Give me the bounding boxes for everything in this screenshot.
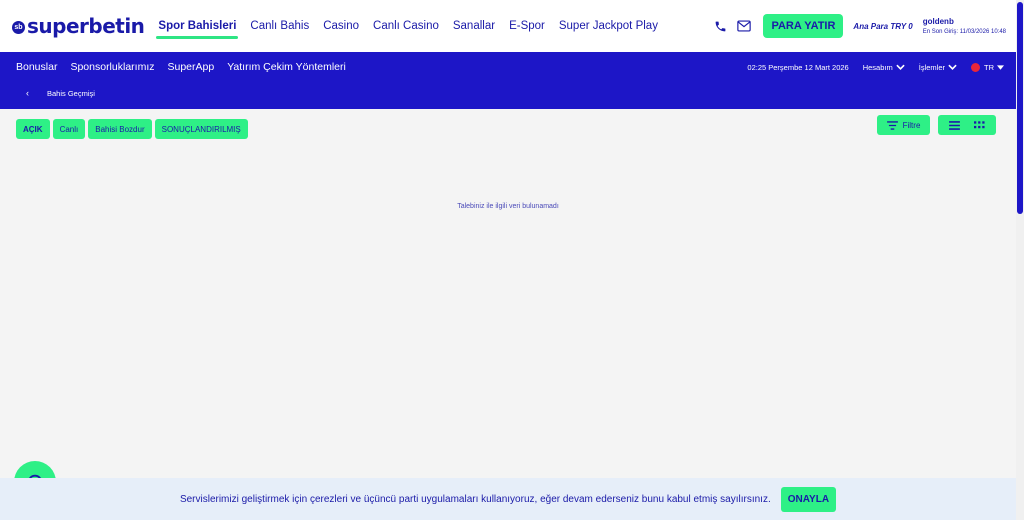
subnav-sponsorluklarimiz[interactable]: Sponsorluklarımız bbox=[70, 61, 154, 73]
brand-logo[interactable]: sb superbetin bbox=[12, 0, 145, 52]
actions-dropdown[interactable]: İşlemler bbox=[919, 63, 957, 72]
scrollbar[interactable] bbox=[1016, 0, 1024, 520]
language-label: TR bbox=[984, 62, 994, 72]
nav-canli-casino[interactable]: Canlı Casino bbox=[373, 0, 439, 52]
subnav-yatirim-cekim[interactable]: Yatırım Çekim Yöntemleri bbox=[227, 61, 346, 73]
filter-icon bbox=[886, 120, 898, 130]
datetime: 02:25 Perşembe 12 Mart 2026 bbox=[747, 62, 849, 72]
chevron-down-icon bbox=[896, 64, 905, 70]
view-toggle bbox=[938, 115, 996, 135]
deposit-button[interactable]: PARA YATIR bbox=[763, 14, 844, 38]
balance-display[interactable]: Ana Para TRY 0 bbox=[853, 22, 912, 31]
user-info[interactable]: goldenb En Son Giriş: 11/03/2026 10:48 bbox=[923, 17, 1006, 35]
phone-icon[interactable] bbox=[711, 17, 729, 35]
secondary-nav: Bonuslar Sponsorluklarımız SuperApp Yatı… bbox=[16, 58, 359, 76]
logo-badge: sb bbox=[12, 20, 25, 34]
filter-bahisi-bozdur[interactable]: Bahisi Bozdur bbox=[88, 119, 152, 139]
scrollbar-thumb[interactable] bbox=[1017, 2, 1023, 214]
filter-button-label: Filtre bbox=[902, 120, 921, 130]
logo-text: superbetin bbox=[27, 14, 145, 38]
cookie-banner: Servislerimizi geliştirmek için çerezler… bbox=[0, 478, 1016, 520]
nav-super-jackpot-play[interactable]: Super Jackpot Play bbox=[559, 0, 658, 52]
cookie-text: Servislerimizi geliştirmek için çerezler… bbox=[179, 493, 771, 505]
back-arrow-icon[interactable]: ‹ bbox=[26, 88, 29, 98]
nav-casino[interactable]: Casino bbox=[323, 0, 359, 52]
nav-canli-bahis[interactable]: Canlı Bahis bbox=[250, 0, 309, 52]
actions-label: İşlemler bbox=[918, 62, 945, 72]
account-dropdown[interactable]: Hesabım bbox=[863, 63, 905, 72]
grid-view-icon[interactable] bbox=[971, 118, 989, 132]
username: goldenb bbox=[922, 17, 954, 26]
empty-state-message: Talebiniz ile ilgili veri bulunamadı bbox=[457, 203, 559, 210]
nav-e-spor[interactable]: E-Spor bbox=[509, 0, 545, 52]
mail-icon[interactable] bbox=[735, 17, 753, 35]
filter-canli[interactable]: Canlı bbox=[52, 119, 86, 139]
last-login: En Son Giriş: 11/03/2026 10:48 bbox=[922, 29, 1006, 35]
secondary-bar: Bonuslar Sponsorluklarımız SuperApp Yatı… bbox=[0, 52, 1016, 109]
top-header: sb superbetin Spor Bahisleri Canlı Bahis… bbox=[0, 0, 1016, 52]
account-label: Hesabım bbox=[862, 62, 893, 72]
breadcrumb: ‹ Bahis Geçmişi bbox=[26, 88, 95, 98]
caret-down-icon bbox=[997, 64, 1004, 70]
bet-status-filters: AÇIK Canlı Bahisi Bozdur SONUÇLANDIRILMI… bbox=[16, 119, 251, 139]
header-right: PARA YATIR Ana Para TRY 0 goldenb En Son… bbox=[711, 0, 1006, 52]
cookie-accept-button[interactable]: ONAYLA bbox=[780, 486, 837, 512]
filter-acik[interactable]: AÇIK bbox=[16, 119, 50, 139]
main-nav: Spor Bahisleri Canlı Bahis Casino Canlı … bbox=[156, 0, 672, 52]
page-title: Bahis Geçmişi bbox=[47, 88, 95, 98]
language-dropdown[interactable]: TR bbox=[971, 62, 1004, 72]
nav-spor-bahisleri[interactable]: Spor Bahisleri bbox=[156, 0, 239, 52]
subnav-bonuslar[interactable]: Bonuslar bbox=[16, 61, 57, 73]
turkey-flag-icon bbox=[971, 62, 980, 72]
nav-sanallar[interactable]: Sanallar bbox=[453, 0, 495, 52]
bluebar-right: 02:25 Perşembe 12 Mart 2026 Hesabım İşle… bbox=[747, 58, 1004, 76]
list-view-icon[interactable] bbox=[946, 118, 964, 132]
chevron-down-icon bbox=[948, 64, 957, 70]
subnav-superapp[interactable]: SuperApp bbox=[167, 61, 214, 73]
filter-button[interactable]: Filtre bbox=[877, 115, 930, 135]
filter-sonuclandirilmis[interactable]: SONUÇLANDIRILMIŞ bbox=[154, 119, 248, 139]
